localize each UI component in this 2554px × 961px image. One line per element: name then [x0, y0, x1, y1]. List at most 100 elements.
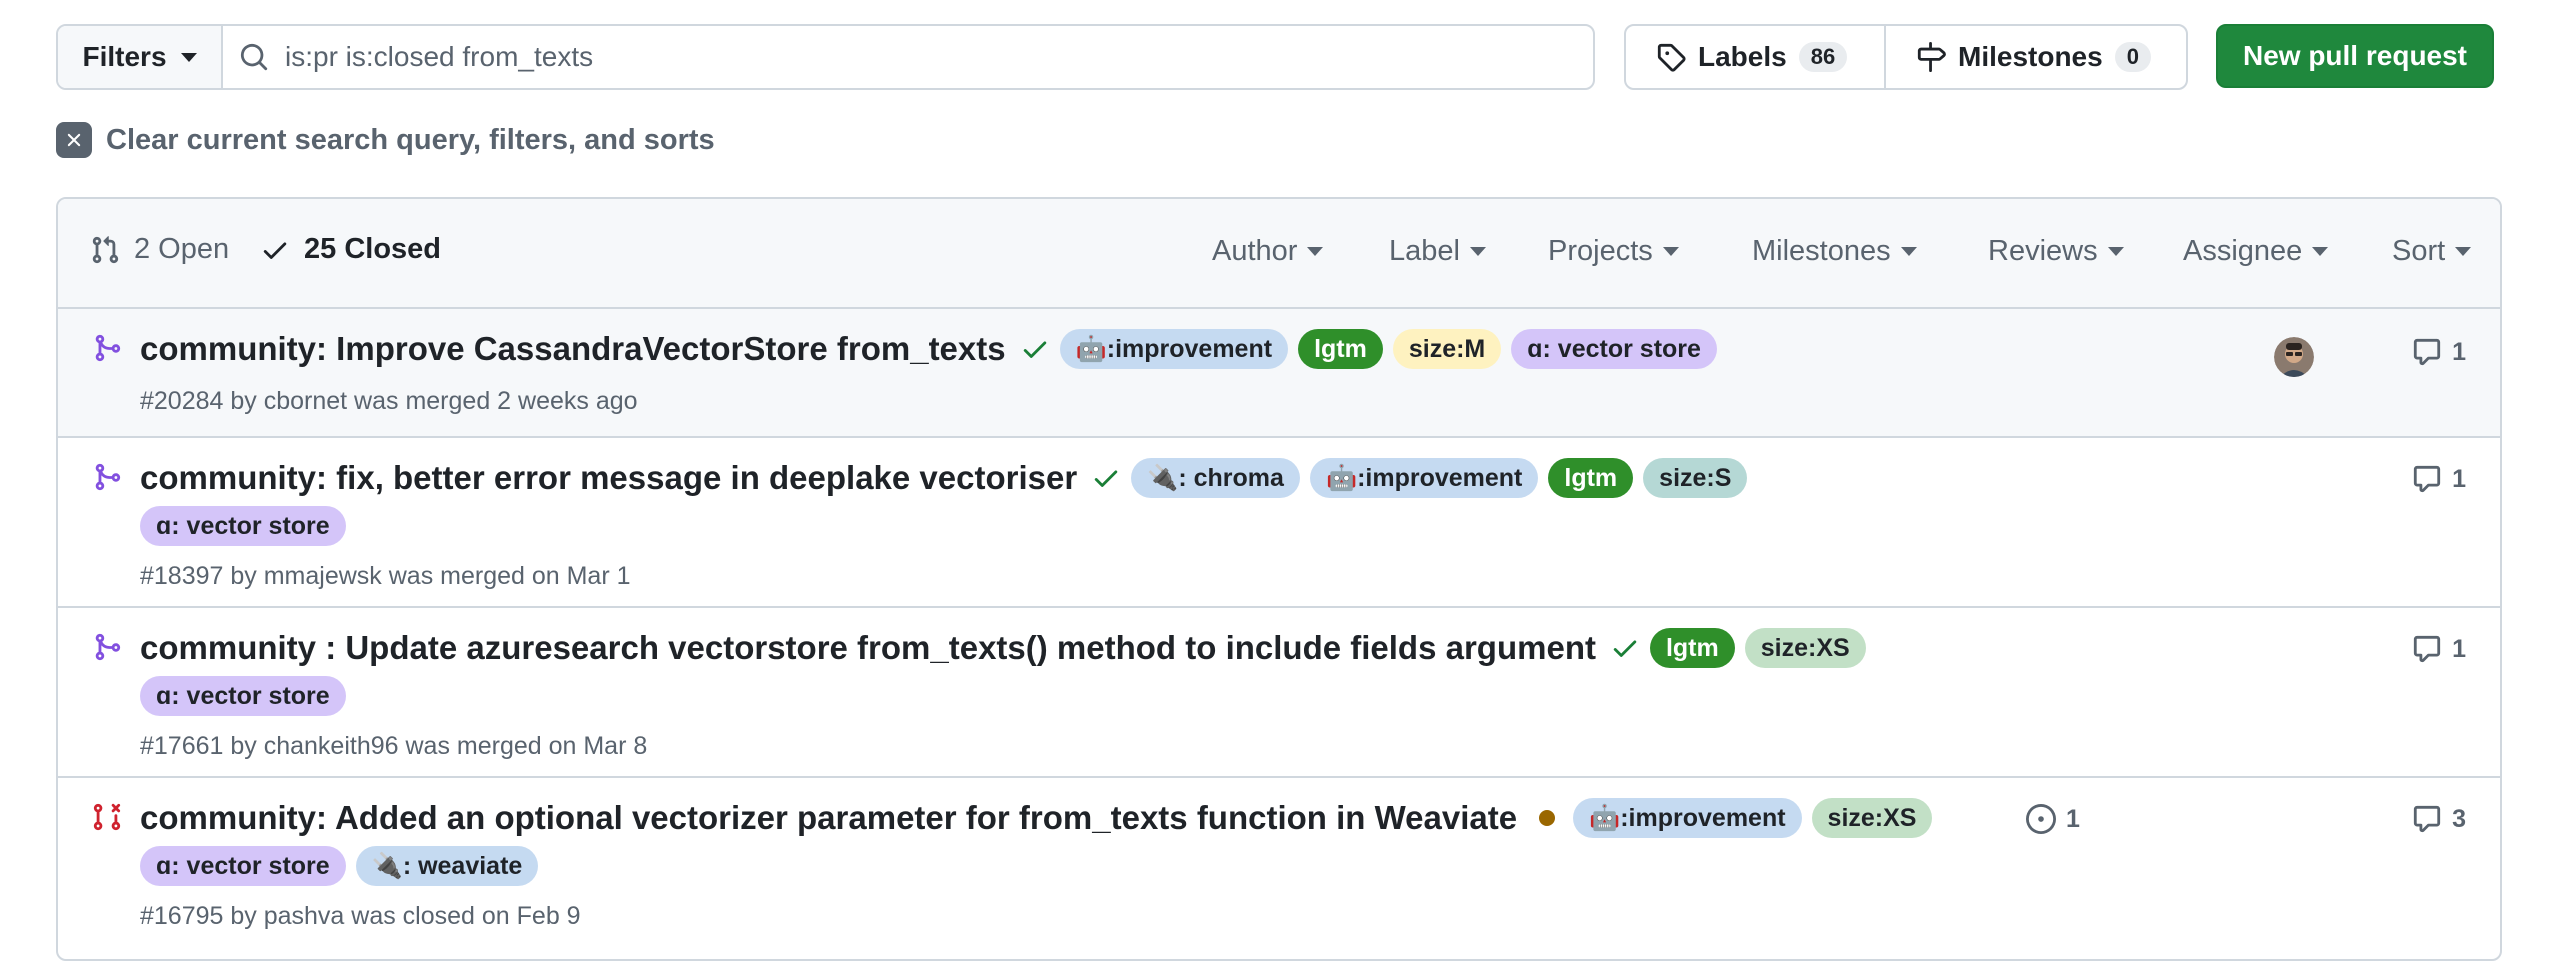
alpha-icon: ɑ	[156, 682, 172, 710]
label-improvement[interactable]: 🤖:improvement	[1573, 798, 1802, 838]
comments-link[interactable]: 1	[2412, 337, 2466, 367]
comment-icon	[2413, 465, 2441, 493]
labels-count: 86	[1798, 42, 1848, 72]
alpha-icon: ɑ	[156, 512, 172, 540]
pull-request-meta: #18397 by mmajewsk was merged on Mar 1	[140, 562, 631, 590]
label-text: :improvement	[1106, 335, 1273, 363]
pull-request-title[interactable]: community: fix, better error message in …	[140, 459, 1077, 497]
comments-link[interactable]: 3	[2412, 804, 2466, 834]
merged-icon	[95, 334, 121, 362]
label-vector-store[interactable]: ɑ: vector store	[140, 846, 346, 886]
plug-icon: 🔌	[371, 852, 403, 880]
label-improvement[interactable]: 🤖:improvement	[1059, 329, 1289, 369]
caret-down-icon	[2107, 247, 2124, 256]
check-icon[interactable]	[1610, 633, 1640, 663]
filters-dropdown-button[interactable]: Filters	[58, 26, 223, 88]
robot-icon: 🤖	[1589, 804, 1621, 832]
robot-icon: 🤖	[1075, 335, 1107, 363]
pull-request-title[interactable]: community: Added an optional vectorizer …	[140, 799, 1517, 837]
assignee-filter[interactable]: Assignee	[2183, 235, 2329, 268]
pull-request-row: community: Improve CassandraVectorStore …	[58, 309, 2500, 438]
comment-icon	[2413, 805, 2441, 833]
comment-count: 1	[2452, 634, 2466, 663]
sort-filter[interactable]: Sort	[2392, 235, 2472, 268]
search-box	[223, 26, 1593, 88]
label-text: :improvement	[1357, 464, 1523, 492]
label-text: : weaviate	[402, 852, 523, 880]
list-header: 2 Open 25 Closed Author Label Projects M…	[58, 199, 2500, 309]
label-lgtm[interactable]: lgtm	[1298, 329, 1383, 369]
merged-icon	[95, 463, 121, 491]
sort-filter-label: Sort	[2392, 235, 2446, 267]
projects-filter[interactable]: Projects	[1548, 235, 1679, 268]
pending-status-icon[interactable]	[1539, 810, 1556, 826]
caret-down-icon	[1662, 247, 1679, 256]
label-text: : chroma	[1178, 464, 1284, 492]
label-lgtm[interactable]: lgtm	[1649, 628, 1735, 668]
milestones-count: 0	[2114, 42, 2151, 72]
toolbar: Filters Labels 86 Milestones 0 New pull …	[56, 24, 2498, 90]
pull-request-meta: #17661 by chankeith96 was merged on Mar …	[140, 732, 648, 760]
assignee-filter-label: Assignee	[2183, 235, 2303, 267]
label-lgtm[interactable]: lgtm	[1548, 458, 1634, 498]
new-pull-request-button[interactable]: New pull request	[2216, 24, 2494, 88]
label-filter[interactable]: Label	[1389, 235, 1486, 268]
milestones-filter-label: Milestones	[1752, 235, 1891, 267]
comments-link[interactable]: 1	[2412, 464, 2466, 494]
pull-request-title[interactable]: community : Update azuresearch vectorsto…	[140, 629, 1596, 667]
label-vector-store[interactable]: ɑ: vector store	[140, 506, 346, 546]
label-improvement[interactable]: 🤖:improvement	[1309, 458, 1539, 498]
author-filter-label: Author	[1212, 235, 1298, 267]
avatar[interactable]	[2274, 337, 2314, 377]
search-icon	[240, 43, 268, 71]
comment-count: 1	[2452, 337, 2466, 366]
label-vector-store[interactable]: ɑ: vector store	[140, 676, 346, 716]
search-input[interactable]	[283, 40, 1537, 74]
linked-issues-link[interactable]: 1	[2026, 804, 2080, 834]
label-vector-store[interactable]: ɑ: vector store	[1511, 329, 1717, 369]
label-size[interactable]: size:XS	[1811, 798, 1933, 838]
clear-filters-link[interactable]: Clear current search query, filters, and…	[56, 122, 715, 158]
closed-state-filter[interactable]: 25 Closed	[260, 233, 441, 266]
pull-request-title[interactable]: community: Improve CassandraVectorStore …	[140, 330, 1006, 368]
caret-down-icon	[1307, 247, 1324, 256]
labels-button[interactable]: Labels 86	[1626, 26, 1886, 88]
comment-icon	[2413, 635, 2441, 663]
label-weaviate[interactable]: 🔌: weaviate	[355, 846, 539, 886]
comments-link[interactable]: 1	[2412, 634, 2466, 664]
clear-filters-label: Clear current search query, filters, and…	[106, 123, 715, 156]
label-size[interactable]: size:M	[1392, 329, 1502, 369]
caret-down-icon	[1900, 247, 1917, 256]
closed-pull-request-icon	[93, 803, 121, 831]
milestone-icon	[1917, 42, 1946, 72]
check-icon[interactable]	[1091, 463, 1121, 493]
open-state-filter[interactable]: 2 Open	[90, 233, 229, 266]
label-size[interactable]: size:XS	[1744, 628, 1866, 668]
close-icon	[56, 122, 92, 158]
caret-down-icon	[1469, 247, 1486, 256]
comment-count: 3	[2452, 804, 2466, 833]
alpha-icon: ɑ	[156, 852, 172, 880]
label-chroma[interactable]: 🔌: chroma	[1131, 458, 1300, 498]
pull-request-row: community: fix, better error message in …	[58, 438, 2500, 608]
comment-icon	[2413, 338, 2441, 366]
tag-icon	[1657, 43, 1686, 72]
caret-down-icon	[2312, 247, 2329, 256]
pull-request-row: community : Update azuresearch vectorsto…	[58, 608, 2500, 778]
filters-label: Filters	[82, 41, 167, 72]
milestones-button[interactable]: Milestones 0	[1886, 26, 2173, 88]
pull-request-icon	[92, 235, 119, 263]
check-icon	[263, 242, 287, 259]
label-size[interactable]: size:S	[1643, 458, 1748, 498]
reviews-filter-label: Reviews	[1988, 235, 2098, 267]
pull-request-meta: #20284 by cbornet was merged 2 weeks ago	[140, 387, 638, 415]
caret-down-icon	[180, 52, 197, 62]
label-filter-label: Label	[1389, 235, 1460, 267]
reviews-filter[interactable]: Reviews	[1988, 235, 2124, 268]
labels-milestones-group: Labels 86 Milestones 0	[1624, 24, 2188, 90]
author-filter[interactable]: Author	[1212, 235, 1324, 268]
label-text: : vector store	[171, 852, 330, 880]
check-icon[interactable]	[1020, 334, 1050, 364]
milestones-filter[interactable]: Milestones	[1752, 235, 1917, 268]
label-text: :improvement	[1620, 804, 1786, 832]
